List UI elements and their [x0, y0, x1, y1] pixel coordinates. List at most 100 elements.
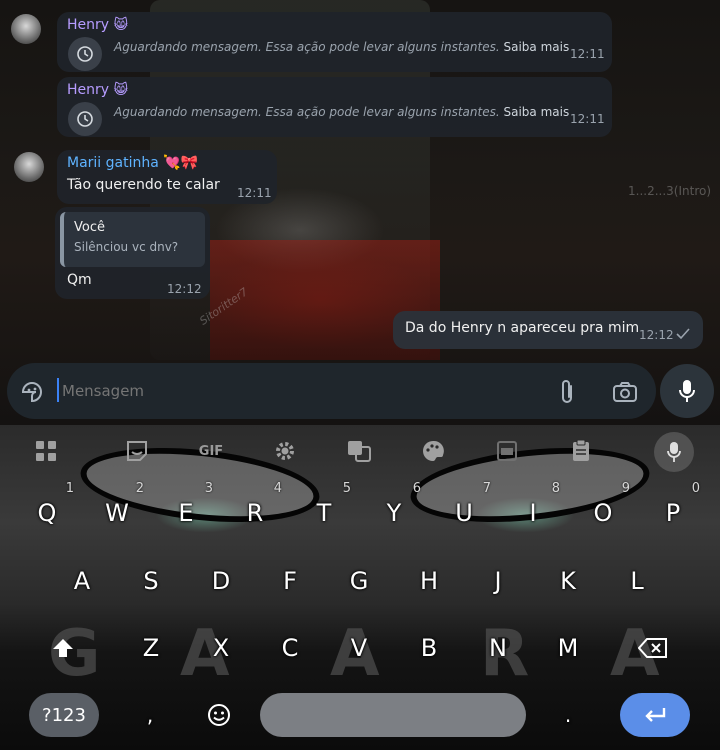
camera-icon[interactable]: [610, 377, 640, 407]
key-b[interactable]: B: [394, 620, 464, 676]
chat-area: 1...2...3(Intro) Sitoritter7 Henry 😸 Agu…: [0, 0, 720, 425]
message-bubble-waiting[interactable]: Henry 😸 Aguardando mensagem. Essa ação p…: [57, 12, 612, 72]
enter-key[interactable]: [620, 693, 690, 737]
quote-text: Silênciou vc dnv?: [74, 240, 179, 254]
key-c[interactable]: C: [255, 620, 325, 676]
avatar-marii[interactable]: [14, 152, 44, 182]
shift-key[interactable]: [28, 620, 98, 676]
message-text: Da do Henry n apareceu pra mim: [405, 320, 640, 336]
symbols-key[interactable]: ?123: [29, 693, 99, 737]
key-n[interactable]: N: [463, 620, 533, 676]
key-label: P: [665, 499, 681, 527]
attach-icon[interactable]: [553, 376, 581, 408]
key-label: R: [246, 499, 264, 527]
quote-author: Você: [74, 220, 105, 235]
key-label: I: [529, 499, 537, 527]
message-time: 12:12: [639, 328, 674, 342]
key-q[interactable]: Q1: [12, 481, 82, 541]
sender-name[interactable]: Henry 😸: [67, 82, 128, 98]
wallpaper-intro-text: 1...2...3(Intro): [628, 184, 712, 198]
backspace-key[interactable]: [618, 620, 688, 676]
keyboard: G A A R A GIF Q1 W2 E3 R4 T5 Y6 U7 I8 O9…: [0, 425, 720, 750]
key-label: Q: [37, 499, 57, 527]
apps-grid-icon[interactable]: [26, 435, 66, 467]
key-x[interactable]: X: [186, 620, 256, 676]
key-a[interactable]: A: [47, 553, 117, 609]
message-bubble-outgoing[interactable]: Da do Henry n apareceu pra mim 12:12: [393, 311, 703, 349]
key-p[interactable]: P0: [638, 481, 708, 541]
key-h[interactable]: H: [394, 553, 464, 609]
key-l[interactable]: L: [602, 553, 672, 609]
key-label: U: [455, 499, 473, 527]
key-label: W: [105, 499, 129, 527]
key-t[interactable]: T5: [289, 481, 359, 541]
key-label: O: [593, 499, 613, 527]
floating-keyboard-icon[interactable]: [487, 435, 527, 467]
key-v[interactable]: V: [324, 620, 394, 676]
settings-icon[interactable]: [265, 435, 305, 467]
key-f[interactable]: F: [255, 553, 325, 609]
key-r[interactable]: R4: [220, 481, 290, 541]
sender-name[interactable]: Marii gatinha 💘🎀: [67, 155, 198, 171]
learn-more-link[interactable]: Saiba mais: [504, 105, 570, 119]
message-time: 12:11: [237, 186, 272, 200]
clock-icon: [68, 102, 102, 136]
avatar-henry[interactable]: [11, 14, 41, 44]
quoted-message[interactable]: Você Silênciou vc dnv?: [60, 212, 205, 267]
clipboard-icon[interactable]: [561, 435, 601, 467]
key-j[interactable]: J: [463, 553, 533, 609]
waiting-text: Aguardando mensagem. Essa ação pode leva…: [114, 40, 569, 54]
voice-record-button[interactable]: [660, 364, 714, 418]
sender-name[interactable]: Henry 😸: [67, 17, 128, 33]
message-time: 12:12: [167, 282, 202, 296]
key-hint: 9: [621, 481, 630, 496]
mic-icon: [679, 380, 695, 402]
translate-icon[interactable]: [339, 435, 379, 467]
message-bubble-waiting[interactable]: Henry 😸 Aguardando mensagem. Essa ação p…: [57, 77, 612, 137]
key-m[interactable]: M: [533, 620, 603, 676]
key-k[interactable]: K: [533, 553, 603, 609]
key-hint: 3: [204, 481, 213, 496]
key-hint: 4: [273, 481, 282, 496]
message-bubble-reply[interactable]: Você Silênciou vc dnv? Qm 12:12: [55, 207, 210, 299]
sticker-icon[interactable]: [17, 377, 47, 407]
learn-more-link[interactable]: Saiba mais: [504, 40, 570, 54]
key-hint: 0: [691, 481, 700, 496]
key-hint: 5: [342, 481, 351, 496]
key-z[interactable]: Z: [116, 620, 186, 676]
waiting-message: Aguardando mensagem. Essa ação pode leva…: [114, 40, 500, 54]
sticker-icon[interactable]: [117, 435, 157, 467]
key-e[interactable]: E3: [151, 481, 221, 541]
key-d[interactable]: D: [186, 553, 256, 609]
key-hint: 1: [65, 481, 74, 496]
key-w[interactable]: W2: [82, 481, 152, 541]
key-o[interactable]: O9: [568, 481, 638, 541]
waiting-text: Aguardando mensagem. Essa ação pode leva…: [114, 105, 569, 119]
shift-icon: [53, 639, 73, 657]
theme-icon[interactable]: [413, 435, 453, 467]
space-bar[interactable]: [260, 693, 526, 737]
period-key[interactable]: .: [533, 687, 603, 743]
keyboard-mic-button[interactable]: [654, 432, 694, 472]
key-u[interactable]: U7: [429, 481, 499, 541]
key-hint: 8: [551, 481, 560, 496]
key-hint: 2: [135, 481, 144, 496]
message-bubble-incoming[interactable]: Marii gatinha 💘🎀 Tão querendo te calar 1…: [57, 150, 277, 204]
key-hint: 6: [412, 481, 421, 496]
key-y[interactable]: Y6: [359, 481, 429, 541]
waiting-message: Aguardando mensagem. Essa ação pode leva…: [114, 105, 500, 119]
key-label: Y: [386, 499, 402, 527]
key-g[interactable]: G: [324, 553, 394, 609]
message-time: 12:11: [570, 112, 605, 126]
comma-key[interactable]: ,: [115, 687, 185, 743]
key-s[interactable]: S: [116, 553, 186, 609]
key-label: E: [178, 499, 194, 527]
emoji-key[interactable]: [184, 687, 254, 743]
backspace-icon: [638, 638, 667, 658]
message-text: Tão querendo te calar: [67, 177, 220, 193]
key-label: T: [316, 499, 332, 527]
enter-icon: [645, 708, 666, 722]
key-i[interactable]: I8: [498, 481, 568, 541]
gif-icon[interactable]: GIF: [191, 435, 231, 467]
message-input[interactable]: [60, 372, 530, 410]
